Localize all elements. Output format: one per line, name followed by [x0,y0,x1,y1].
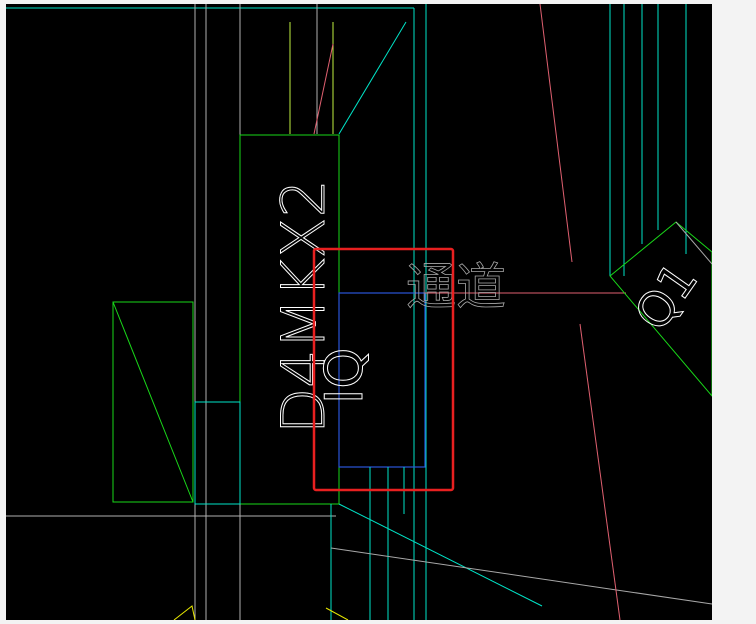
cad-viewport[interactable]: D4MKX2 IQ 通道 Q1 [6,4,712,620]
passage-text: 通道 [406,258,506,316]
cad-yellow-mark-mid [325,607,349,620]
left-equipment-diagonal [112,301,194,503]
cad-cyan-rect-left [194,401,241,505]
cad-yellow-mark-left [173,605,196,620]
cad-line-cyan-diag1 [338,21,407,135]
cad-line-red-diag2 [539,4,573,263]
cad-drawing-canvas[interactable]: D4MKX2 IQ 通道 Q1 [6,4,712,620]
cad-line-red-diag3 [579,323,621,620]
cad-line-gray-right [675,221,712,265]
cad-line-cyan-diag2 [338,503,543,607]
right-unit-tag-text: Q1 [624,253,709,341]
unit-tag-text: IQ [315,348,375,404]
right-margin [712,0,756,624]
